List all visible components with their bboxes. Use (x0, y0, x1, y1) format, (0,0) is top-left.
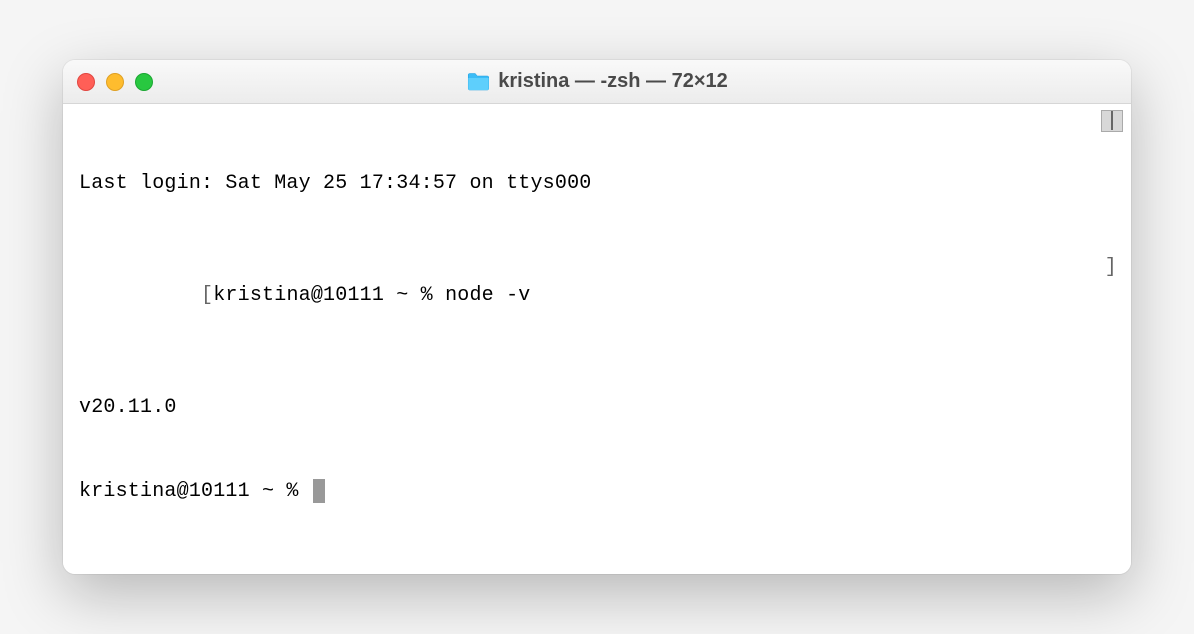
close-button[interactable] (77, 73, 95, 91)
output-line: v20.11.0 (79, 394, 1117, 422)
terminal-body[interactable]: Last login: Sat May 25 17:34:57 on ttys0… (63, 104, 1131, 574)
titlebar[interactable]: kristina — -zsh — 72×12 (63, 60, 1131, 104)
folder-icon (466, 72, 490, 92)
prompt-text-2: kristina@10111 ~ % (79, 480, 311, 503)
prompt-bracket-right: ] (1105, 254, 1117, 282)
terminal-content: Last login: Sat May 25 17:34:57 on ttys0… (79, 114, 1117, 562)
window-title-area: kristina — -zsh — 72×12 (466, 70, 728, 93)
zoom-button[interactable] (135, 73, 153, 91)
prompt-bracket-left: [ (201, 284, 213, 307)
command-line-1: [kristina@10111 ~ % node -v ] (79, 254, 1117, 338)
cursor (313, 479, 325, 503)
prompt-text: kristina@10111 ~ % (213, 284, 445, 307)
panel-toggle-icon (1111, 112, 1113, 130)
window-title: kristina — -zsh — 72×12 (498, 70, 728, 93)
terminal-window: kristina — -zsh — 72×12 Last login: Sat … (63, 60, 1131, 574)
window-controls (77, 73, 153, 91)
panel-toggle-button[interactable] (1101, 110, 1123, 132)
minimize-button[interactable] (106, 73, 124, 91)
current-prompt-line: kristina@10111 ~ % (79, 478, 1117, 506)
last-login-line: Last login: Sat May 25 17:34:57 on ttys0… (79, 170, 1117, 198)
command-text: node -v (445, 284, 530, 307)
